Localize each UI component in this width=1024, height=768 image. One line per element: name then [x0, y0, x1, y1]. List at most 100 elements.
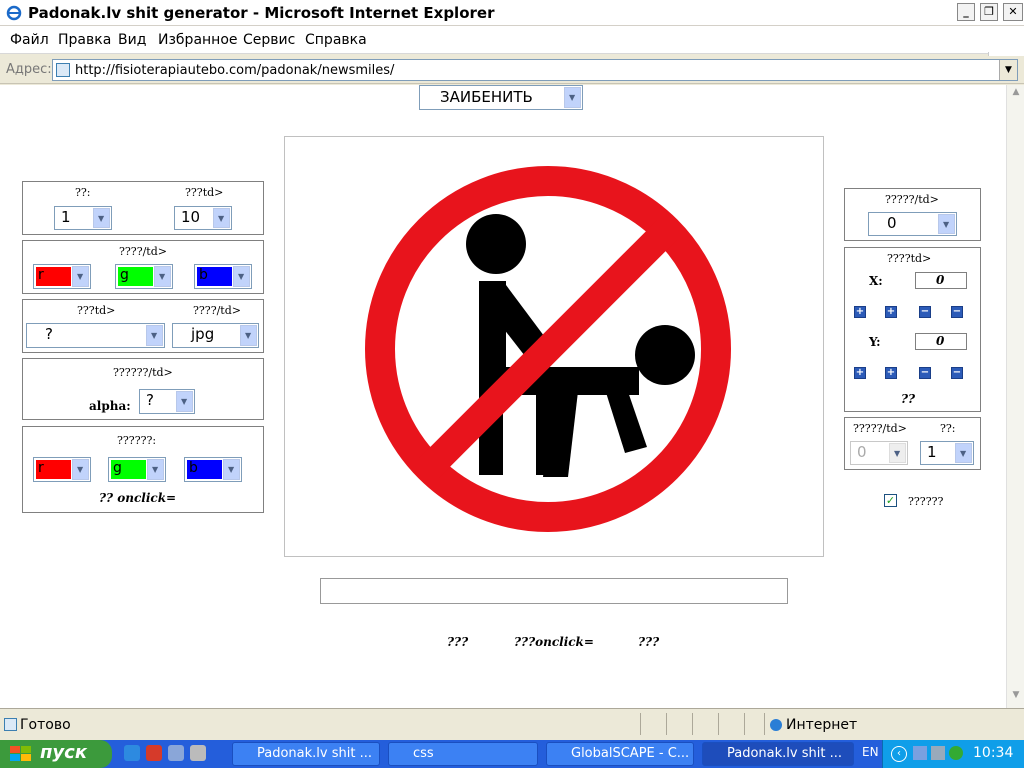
- x-plus-button[interactable]: +: [885, 306, 897, 318]
- scroll-up-icon[interactable]: ▲: [1009, 87, 1023, 101]
- task-padonak-2[interactable]: Padonak.lv shit ...: [702, 742, 854, 766]
- y-plus-small-button[interactable]: +: [854, 367, 866, 379]
- chevron-down-icon: [938, 214, 955, 234]
- address-dropdown-icon[interactable]: ▼: [999, 60, 1017, 80]
- y-input[interactable]: 0: [915, 333, 967, 350]
- green-select[interactable]: g: [115, 264, 173, 289]
- bottom-link-2[interactable]: ???onclick=: [514, 635, 594, 649]
- windows-flag-icon: [10, 746, 31, 761]
- chevron-down-icon: [955, 443, 972, 463]
- desktop-quicklaunch-icon[interactable]: [190, 745, 206, 761]
- bottom-link-1[interactable]: ???: [447, 635, 468, 649]
- chevron-down-icon: [154, 266, 171, 287]
- y-minus-small-button[interactable]: −: [951, 367, 963, 379]
- bottom-link-3[interactable]: ???: [638, 635, 659, 649]
- menu-view[interactable]: Вид: [118, 32, 146, 48]
- alpha-select[interactable]: ?: [139, 389, 195, 414]
- y-plus-button[interactable]: +: [885, 367, 897, 379]
- position-panel: ????td> X: 0 + + − − Y: 0 + + − − ??: [844, 247, 981, 412]
- x-input[interactable]: 0: [915, 272, 967, 289]
- chevron-down-icon: [213, 208, 230, 228]
- address-label: Адрес:: [6, 62, 52, 77]
- chevron-down-icon: [240, 325, 257, 346]
- layer-select-b[interactable]: 1: [920, 441, 974, 465]
- title-bar: Padonak.lv shit generator - Microsoft In…: [0, 0, 1024, 26]
- menu-tools[interactable]: Сервис: [243, 32, 295, 48]
- page-content: ЗАИБЕНИТЬ ??: ???td> 1 10 ????/td> r g b…: [0, 85, 1006, 708]
- angle-panel: ?????/td> 0: [844, 188, 981, 241]
- size-select-a[interactable]: 1: [54, 206, 112, 230]
- app-quicklaunch-icon[interactable]: [168, 745, 184, 761]
- task-css[interactable]: css: [388, 742, 538, 766]
- menu-edit[interactable]: Правка: [58, 32, 111, 48]
- clock: 10:34: [973, 745, 1014, 761]
- size-panel: ??: ???td> 1 10: [22, 181, 264, 235]
- format-label-b: ????/td>: [193, 304, 241, 317]
- task-padonak-1[interactable]: Padonak.lv shit ...: [232, 742, 380, 766]
- position-footer: ??: [901, 392, 916, 406]
- ie-icon: [6, 5, 22, 21]
- status-bar: Готово Интернет: [0, 708, 1024, 740]
- angle-label: ?????/td>: [885, 193, 939, 206]
- menu-help[interactable]: Справка: [305, 32, 367, 48]
- address-url: http://fisioterapiautebo.com/padonak/new…: [75, 63, 395, 78]
- close-button[interactable]: ✕: [1003, 3, 1023, 21]
- vertical-scrollbar[interactable]: ▲ ▼: [1006, 85, 1024, 708]
- page-icon: [56, 63, 70, 77]
- maximize-button[interactable]: ❐: [980, 3, 998, 21]
- globe-icon: [770, 719, 782, 731]
- angle-select[interactable]: 0: [868, 212, 957, 236]
- chevron-down-icon: [564, 87, 581, 108]
- x-minus-small-button[interactable]: −: [951, 306, 963, 318]
- chevron-down-icon: [147, 459, 164, 480]
- minimize-button[interactable]: _: [957, 3, 975, 21]
- tray-green-icon[interactable]: [949, 746, 963, 760]
- size-select-b[interactable]: 10: [174, 206, 232, 230]
- size-label-b: ???td>: [185, 186, 224, 199]
- bg-green-select[interactable]: g: [108, 457, 166, 482]
- bg-blue-select[interactable]: b: [184, 457, 242, 482]
- blue-select[interactable]: b: [194, 264, 252, 289]
- color-panel: ????/td> r g b: [22, 240, 264, 294]
- opera-quicklaunch-icon[interactable]: [146, 745, 162, 761]
- chevron-down-icon: [72, 266, 89, 287]
- layer-select-a[interactable]: 0: [850, 441, 908, 465]
- start-button[interactable]: пуск: [0, 740, 112, 768]
- action-select[interactable]: ЗАИБЕНИТЬ: [419, 85, 583, 110]
- tray-app-icon[interactable]: [913, 746, 927, 760]
- chevron-left-icon[interactable]: ‹: [891, 746, 907, 762]
- language-indicator[interactable]: EN: [862, 745, 879, 759]
- page-icon: [4, 718, 17, 731]
- menu-favorites[interactable]: Избранное: [158, 32, 238, 48]
- bg-red-select[interactable]: r: [33, 457, 91, 482]
- checkbox-label: ??????: [908, 495, 944, 508]
- task-globalscape[interactable]: GlobalSCAPE - C...: [546, 742, 694, 766]
- font-select[interactable]: ?: [26, 323, 165, 348]
- x-minus-button[interactable]: −: [919, 306, 931, 318]
- address-input[interactable]: http://fisioterapiautebo.com/padonak/new…: [52, 59, 1018, 81]
- color-label: ????/td>: [119, 245, 167, 258]
- browser-window: Padonak.lv shit generator - Microsoft In…: [0, 0, 1024, 740]
- chevron-down-icon: [72, 459, 89, 480]
- layer-panel: ?????/td> ??: 0 1: [844, 417, 981, 470]
- red-select[interactable]: r: [33, 264, 91, 289]
- position-label: ????td>: [887, 252, 932, 265]
- chevron-down-icon: [889, 443, 906, 463]
- zone-text: Интернет: [786, 717, 858, 733]
- scroll-down-icon[interactable]: ▼: [1009, 690, 1023, 704]
- alpha-panel: ??????/td> alpha: ?: [22, 358, 264, 420]
- y-minus-button[interactable]: −: [919, 367, 931, 379]
- status-text: Готово: [20, 717, 71, 733]
- chevron-down-icon: [146, 325, 163, 346]
- ie-quicklaunch-icon[interactable]: [124, 745, 140, 761]
- layer-label-a: ?????/td>: [853, 422, 907, 435]
- format-select[interactable]: jpg: [172, 323, 259, 348]
- window-title: Padonak.lv shit generator - Microsoft In…: [28, 4, 495, 22]
- menu-bar: Файл Правка Вид Избранное Сервис Справка…: [0, 26, 1024, 80]
- network-icon[interactable]: [931, 746, 945, 760]
- x-plus-small-button[interactable]: +: [854, 306, 866, 318]
- text-input[interactable]: [320, 578, 788, 604]
- option-checkbox[interactable]: ✓: [884, 494, 897, 507]
- prohibition-sign-image: [353, 147, 755, 549]
- menu-file[interactable]: Файл: [10, 32, 49, 48]
